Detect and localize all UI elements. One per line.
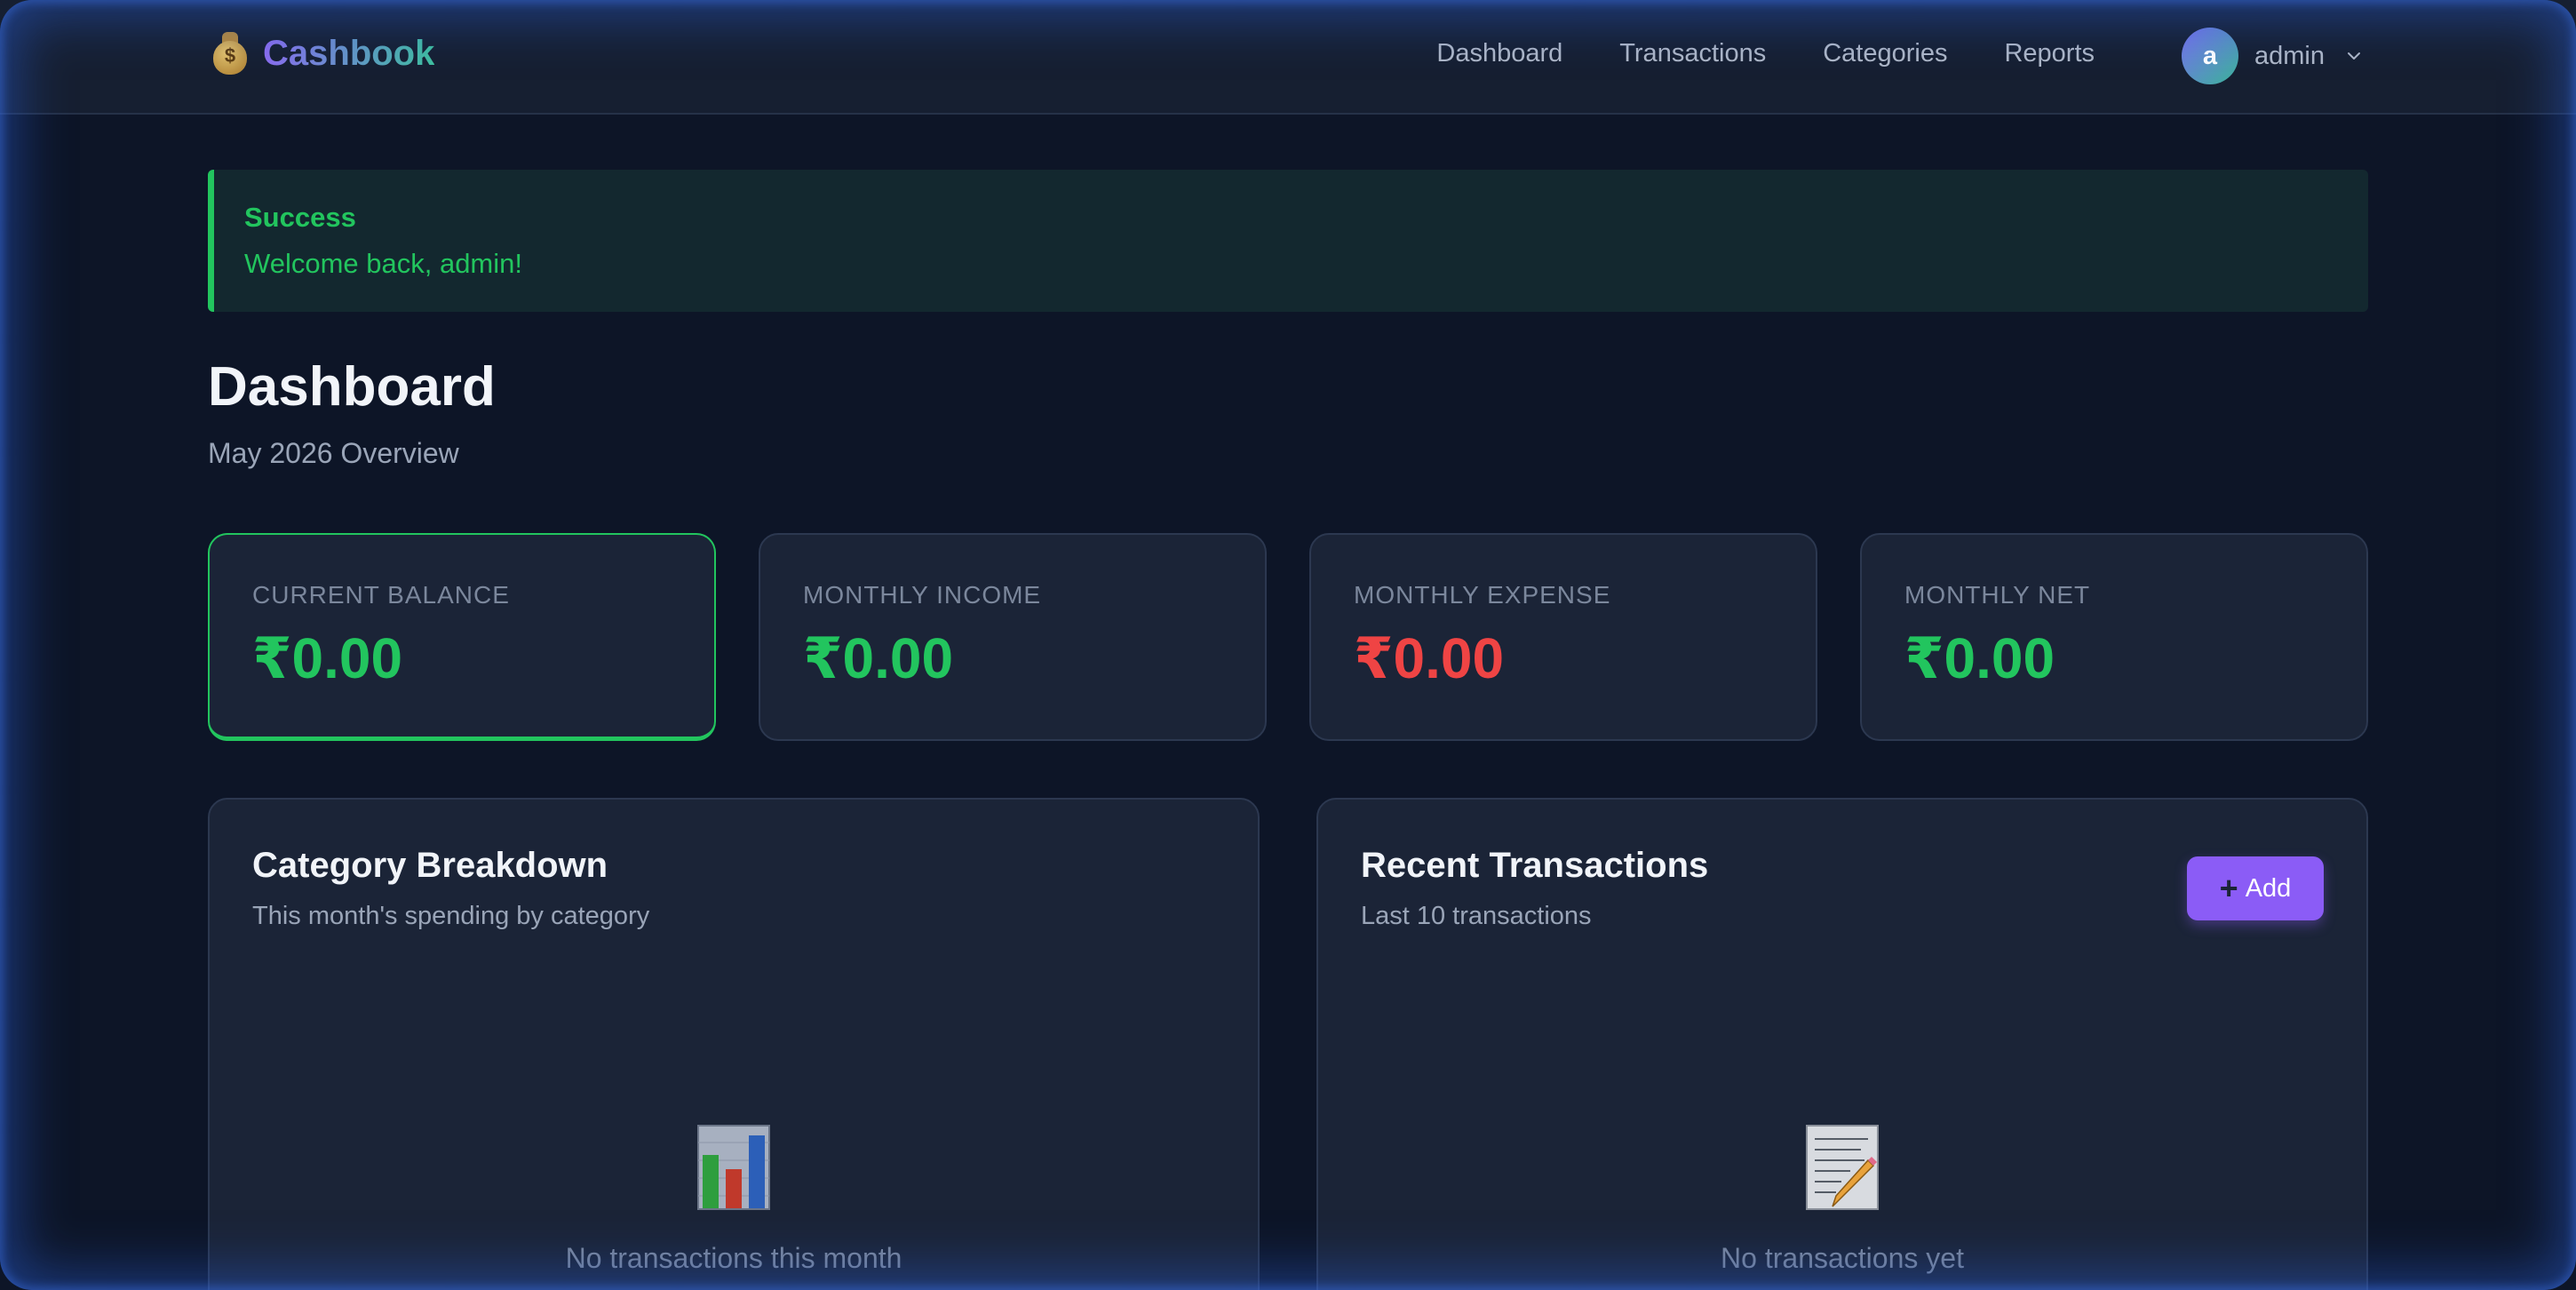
stat-value: ₹0.00 bbox=[1354, 626, 1505, 690]
top-navbar: $ Cashbook Dashboard Transactions Catego… bbox=[0, 0, 2576, 115]
alert-message: Welcome back, admin! bbox=[244, 248, 522, 279]
stat-value: ₹0.00 bbox=[1904, 626, 2055, 690]
stat-card-monthly-expense: MONTHLY EXPENSE ₹0.00 bbox=[1309, 533, 1817, 741]
success-alert: Success Welcome back, admin! bbox=[208, 170, 2368, 312]
nav-transactions[interactable]: Transactions bbox=[1619, 39, 1766, 68]
panel-subtitle: This month's spending by category bbox=[252, 902, 650, 930]
stat-label: MONTHLY EXPENSE bbox=[1354, 581, 1611, 609]
stat-label: MONTHLY NET bbox=[1904, 581, 2091, 609]
add-transaction-button[interactable]: + Add bbox=[2187, 856, 2324, 920]
add-button-label: Add bbox=[2245, 873, 2292, 903]
nav-dashboard[interactable]: Dashboard bbox=[1436, 39, 1562, 68]
chevron-down-icon bbox=[2348, 52, 2360, 60]
user-menu-toggle[interactable]: a admin bbox=[2182, 28, 2362, 84]
stat-label: MONTHLY INCOME bbox=[803, 581, 1042, 609]
stat-card-current-balance: CURRENT BALANCE ₹0.00 bbox=[208, 533, 716, 741]
money-bag-icon: $ bbox=[210, 30, 250, 76]
alert-title: Success bbox=[244, 202, 356, 233]
stat-value: ₹0.00 bbox=[803, 626, 954, 690]
stat-label: CURRENT BALANCE bbox=[252, 581, 510, 609]
page-title: Dashboard bbox=[208, 356, 496, 418]
stat-card-monthly-income: MONTHLY INCOME ₹0.00 bbox=[759, 533, 1267, 741]
nav-reports[interactable]: Reports bbox=[2004, 39, 2095, 68]
brand-name: Cashbook bbox=[263, 33, 435, 73]
stat-card-monthly-net: MONTHLY NET ₹0.00 bbox=[1860, 533, 2368, 741]
category-breakdown-panel: Category Breakdown This month's spending… bbox=[208, 798, 1260, 1290]
page-subtitle: May 2026 Overview bbox=[208, 437, 459, 469]
empty-state-text: No transactions yet bbox=[1721, 1242, 1964, 1274]
stat-value: ₹0.00 bbox=[252, 626, 403, 690]
plus-icon: + bbox=[2219, 870, 2238, 906]
memo-icon bbox=[1806, 1125, 1879, 1210]
brand-logo-link[interactable]: $ Cashbook bbox=[210, 30, 434, 76]
bar-chart-icon bbox=[697, 1125, 770, 1210]
panel-title: Category Breakdown bbox=[252, 846, 608, 885]
avatar: a bbox=[2182, 28, 2238, 84]
nav-categories[interactable]: Categories bbox=[1823, 39, 1947, 68]
recent-transactions-panel: Recent Transactions Last 10 transactions… bbox=[1316, 798, 2368, 1290]
main-nav: Dashboard Transactions Categories Report… bbox=[1436, 39, 2095, 68]
user-name: admin bbox=[2254, 41, 2325, 70]
empty-state-text: No transactions this month bbox=[565, 1242, 902, 1274]
